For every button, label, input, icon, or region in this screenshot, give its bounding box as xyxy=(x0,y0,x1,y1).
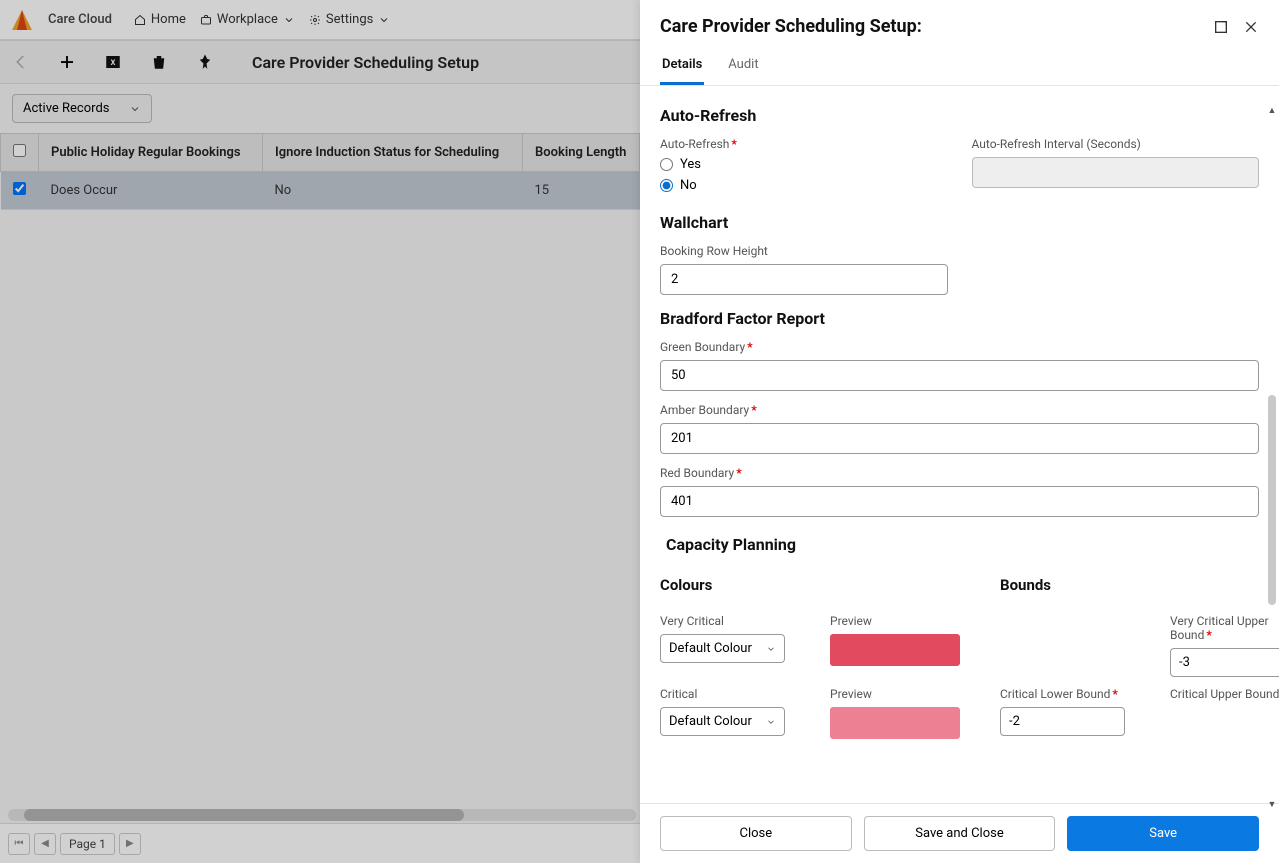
pin-icon[interactable] xyxy=(196,53,214,71)
chevron-down-icon xyxy=(129,103,141,115)
app-logo xyxy=(10,8,34,32)
back-arrow-icon[interactable] xyxy=(12,53,30,71)
bounds-heading: Bounds xyxy=(1000,576,1279,594)
close-button[interactable]: Close xyxy=(660,816,852,851)
nav-home-label: Home xyxy=(151,12,186,27)
view-selector[interactable]: Active Records xyxy=(12,94,152,123)
horizontal-scrollbar[interactable] xyxy=(8,809,636,821)
tab-audit[interactable]: Audit xyxy=(726,47,760,85)
panel-title: Care Provider Scheduling Setup: xyxy=(660,16,922,37)
gear-icon xyxy=(309,14,321,26)
chevron-down-icon xyxy=(378,14,390,26)
page-indicator: Page 1 xyxy=(60,833,115,855)
section-auto-refresh: Auto-Refresh xyxy=(660,106,1259,125)
interval-label: Auto-Refresh Interval (Seconds) xyxy=(972,137,1260,151)
red-boundary-input[interactable] xyxy=(660,486,1259,517)
auto-refresh-yes-radio[interactable] xyxy=(660,158,673,171)
first-page-button[interactable]: ⏮ xyxy=(8,833,30,855)
very-critical-label: Very Critical xyxy=(660,614,810,628)
radio-label: No xyxy=(680,178,697,193)
crit-upper-label: Critical Upper Bound xyxy=(1170,687,1279,701)
interval-input xyxy=(972,157,1260,188)
select-all-checkbox[interactable] xyxy=(13,144,26,157)
brand-name: Care Cloud xyxy=(48,12,112,27)
row-height-label: Booking Row Height xyxy=(660,244,948,258)
table-row[interactable]: Does Occur No 15 xyxy=(1,172,640,210)
very-critical-preview-swatch xyxy=(830,634,960,666)
vc-upper-label: Very Critical Upper Bound xyxy=(1170,614,1279,642)
panel-scrollbar[interactable]: ▲ ▼ xyxy=(1265,105,1279,813)
add-icon[interactable] xyxy=(58,53,76,71)
next-page-button[interactable]: ▶ xyxy=(119,833,141,855)
trash-icon[interactable] xyxy=(150,53,168,71)
cell: 15 xyxy=(523,172,640,210)
vc-upper-input[interactable] xyxy=(1170,648,1279,677)
home-icon xyxy=(134,14,146,26)
section-wallchart: Wallchart xyxy=(660,213,1259,232)
preview-label: Preview xyxy=(830,687,980,701)
crit-lower-label: Critical Lower Bound xyxy=(1000,687,1150,701)
amber-boundary-input[interactable] xyxy=(660,423,1259,454)
detail-panel: Care Provider Scheduling Setup: Details … xyxy=(640,0,1279,863)
auto-refresh-no-radio[interactable] xyxy=(660,179,673,192)
red-boundary-label: Red Boundary xyxy=(660,466,1259,480)
select-value: Default Colour xyxy=(669,714,752,729)
auto-refresh-label: Auto-Refresh xyxy=(660,137,948,151)
prev-page-button[interactable]: ◀ xyxy=(34,833,56,855)
briefcase-icon xyxy=(200,14,212,26)
svg-text:X: X xyxy=(111,58,116,67)
excel-export-icon[interactable]: X xyxy=(104,53,122,71)
save-and-close-button[interactable]: Save and Close xyxy=(864,816,1056,851)
col-header[interactable]: Ignore Induction Status for Scheduling xyxy=(263,134,523,172)
critical-preview-swatch xyxy=(830,707,960,739)
col-header[interactable]: Public Holiday Regular Bookings xyxy=(39,134,263,172)
section-bradford: Bradford Factor Report xyxy=(660,309,1259,328)
green-boundary-label: Green Boundary xyxy=(660,340,1259,354)
critical-colour-select[interactable]: Default Colour xyxy=(660,707,785,736)
colours-heading: Colours xyxy=(660,576,980,594)
nav-settings-label: Settings xyxy=(326,12,373,27)
row-height-input[interactable] xyxy=(660,264,948,295)
chevron-down-icon xyxy=(766,644,776,654)
nav-settings[interactable]: Settings xyxy=(309,12,390,27)
save-button[interactable]: Save xyxy=(1067,816,1259,851)
very-critical-colour-select[interactable]: Default Colour xyxy=(660,634,785,663)
select-value: Default Colour xyxy=(669,641,752,656)
nav-workplace[interactable]: Workplace xyxy=(200,12,295,27)
preview-label: Preview xyxy=(830,614,980,628)
chevron-down-icon xyxy=(766,717,776,727)
amber-boundary-label: Amber Boundary xyxy=(660,403,1259,417)
close-icon[interactable] xyxy=(1243,19,1259,35)
section-capacity: Capacity Planning xyxy=(666,535,1259,554)
page-title: Care Provider Scheduling Setup xyxy=(252,53,479,72)
radio-label: Yes xyxy=(680,157,701,172)
chevron-down-icon xyxy=(283,14,295,26)
tab-details[interactable]: Details xyxy=(660,47,704,85)
expand-icon[interactable] xyxy=(1213,19,1229,35)
row-checkbox[interactable] xyxy=(13,182,26,195)
critical-label: Critical xyxy=(660,687,810,701)
col-header[interactable]: Booking Length xyxy=(523,134,640,172)
green-boundary-input[interactable] xyxy=(660,360,1259,391)
cell: No xyxy=(263,172,523,210)
crit-lower-input[interactable] xyxy=(1000,707,1125,736)
view-selector-label: Active Records xyxy=(23,101,109,116)
records-table: Public Holiday Regular Bookings Ignore I… xyxy=(0,133,640,210)
cell: Does Occur xyxy=(39,172,263,210)
nav-workplace-label: Workplace xyxy=(217,12,278,27)
nav-home[interactable]: Home xyxy=(134,12,186,27)
